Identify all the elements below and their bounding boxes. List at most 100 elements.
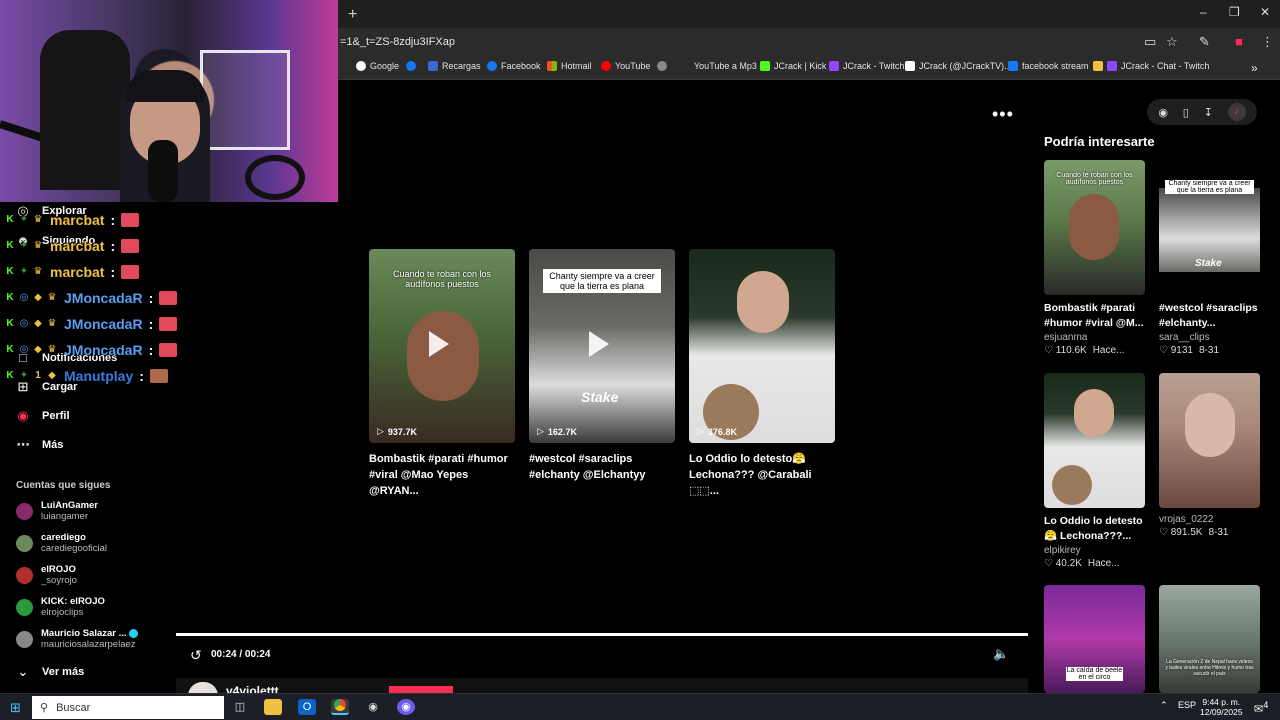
video-thumbnail[interactable]: ▷ 376.8K	[689, 249, 835, 443]
video-author[interactable]: sara__clips	[1159, 332, 1260, 343]
bookmark-hotmail[interactable]: Hotmail	[547, 61, 592, 71]
video-thumbnail[interactable]	[1159, 373, 1260, 508]
chat-badge-icon: ♛	[33, 266, 43, 277]
sidebar-item-profile[interactable]: ◉ Perfil	[16, 408, 69, 424]
video-card[interactable]: ▷ 376.8K Lo Oddio lo detesto😤 Lechona??? @…	[689, 249, 835, 499]
see-more-button[interactable]: ⌄ Ver más	[16, 664, 85, 680]
taskbar-search[interactable]: ⚲ Buscar	[32, 696, 224, 719]
chat-username[interactable]: Manutplay	[64, 368, 133, 384]
mp3-icon	[680, 61, 690, 71]
download-icon[interactable]: ↧	[1204, 106, 1213, 119]
obs-icon[interactable]: ◉	[364, 699, 382, 715]
tiktok-logo-icon[interactable]: ♪	[1227, 103, 1246, 121]
close-icon[interactable]: ✕	[1260, 5, 1270, 19]
volume-icon[interactable]: 🔈	[993, 646, 1009, 662]
chat-username[interactable]: JMoncadaR	[64, 290, 143, 306]
notifications-icon[interactable]: ✉4	[1254, 700, 1268, 716]
heart-icon: ♡	[1159, 345, 1168, 356]
chat-badge-icon: ◆	[34, 344, 42, 355]
chat-emote-icon	[159, 343, 178, 357]
followed-account[interactable]: elROJO _soyrojo	[16, 564, 77, 586]
video-title[interactable]: Lo Oddio lo detesto😤 Lechona??? @Carabali…	[689, 451, 835, 499]
bookmark-jcrack-twitch[interactable]: JCrack - Twitch	[829, 61, 904, 71]
chat-username[interactable]: marcbat	[50, 238, 104, 254]
taskbar-clock[interactable]: 9:44 p. m. 12/09/2025	[1200, 697, 1243, 717]
video-title[interactable]: #westcol #saraclips #elchanty...	[1159, 301, 1260, 331]
video-thumbnail[interactable]: Cuando te roban con los audífonos puesto…	[1044, 160, 1145, 295]
video-thumbnail[interactable]	[1044, 373, 1145, 508]
recommended-video[interactable]: Cuando te roban con los audífonos puesto…	[1044, 160, 1145, 356]
recommended-video[interactable]: vrojas_0222 ♡ 891.5K 8-31	[1159, 373, 1260, 538]
chat-username[interactable]: JMoncadaR	[64, 342, 143, 358]
facebook-icon	[406, 61, 416, 71]
chrome-icon[interactable]	[331, 699, 349, 715]
followed-account[interactable]: Mauricio Salazar ... mauriciosalazarpelae…	[16, 628, 138, 650]
url-text[interactable]: =1&_t=ZS-8zdju3IFXap	[340, 36, 455, 48]
chat-username[interactable]: marcbat	[50, 264, 104, 280]
bookmark-jcrack-kick[interactable]: JCrack | Kick	[760, 61, 826, 71]
chat-username[interactable]: JMoncadaR	[64, 316, 143, 332]
bookmark-jcrack-chat[interactable]: JCrack - Chat - Twitch	[1093, 61, 1209, 71]
video-author[interactable]: vrojas_0222	[1159, 514, 1260, 525]
video-card[interactable]: Chanty siempre va a creer que la tierra …	[529, 249, 675, 483]
star-icon[interactable]: ☆	[1166, 34, 1178, 50]
bookmark-google[interactable]: Google	[356, 61, 399, 71]
video-title[interactable]: Lo Oddio lo detesto 😤 Lechona???...	[1044, 514, 1145, 544]
play-icon[interactable]	[429, 331, 449, 357]
tray-chevron-icon[interactable]: ⌃	[1160, 700, 1168, 711]
video-thumbnail[interactable]: Chanty siempre va a creer que la tierra …	[1159, 160, 1260, 295]
recommended-video[interactable]: La Generación Z de Nepal hace videos y b…	[1159, 585, 1260, 693]
bookmark-youtube[interactable]: YouTube	[601, 61, 650, 71]
followed-account[interactable]: LuiAnGamer luiangamer	[16, 500, 98, 522]
tag-icon[interactable]: ◉	[1158, 106, 1168, 119]
play-icon[interactable]	[589, 331, 609, 357]
replay-icon[interactable]: ↺	[190, 647, 202, 664]
windows-start-icon[interactable]: ⊞	[10, 700, 21, 716]
task-view-icon[interactable]: ◫	[231, 699, 249, 715]
video-thumbnail[interactable]: La caída de beele en el circo	[1044, 585, 1145, 693]
bookmark-youtube-mp3[interactable]: YouTube a Mp3	[680, 61, 757, 71]
recommended-video[interactable]: Chanty siempre va a creer que la tierra …	[1159, 160, 1260, 356]
file-explorer-icon[interactable]	[264, 699, 282, 715]
follow-button[interactable]	[389, 686, 453, 693]
bookmarks-overflow-icon[interactable]: »	[1251, 61, 1258, 75]
bookmark-facebook-stream[interactable]: facebook stream	[1008, 61, 1089, 71]
outlook-icon[interactable]: O	[298, 699, 316, 715]
video-title[interactable]: #westcol #saraclips #elchanty @Elchantyy	[529, 451, 675, 483]
sidebar-item-more[interactable]: ⋯ Más	[16, 437, 64, 453]
bookmark-recargas[interactable]: Recargas	[428, 61, 481, 71]
new-tab-button[interactable]: +	[348, 6, 357, 24]
install-icon[interactable]: ▭	[1144, 34, 1156, 50]
menu-kebab-icon[interactable]: ⋮	[1261, 34, 1274, 50]
bookmark-facebook-icon-only[interactable]	[406, 61, 416, 71]
followed-account[interactable]: carediego carediegooficial	[16, 532, 107, 554]
extensions-icon[interactable]: ✎	[1199, 34, 1210, 50]
bookmark-jcrack-x[interactable]: JCrack (@JCrackTV)...	[905, 61, 1012, 71]
followed-account[interactable]: KICK: elROJO elrojoclips	[16, 596, 105, 618]
phone-icon[interactable]: ▯	[1183, 106, 1189, 119]
recommended-video[interactable]: La caída de beele en el circo	[1044, 585, 1145, 693]
video-card[interactable]: Cuando te roban con los audífonos puesto…	[369, 249, 515, 499]
address-bar[interactable]: =1&_t=ZS-8zdju3IFXap ▭ ☆ ✎ ■ ⋮	[338, 28, 1280, 56]
chat-username[interactable]: marcbat	[50, 212, 104, 228]
video-thumbnail[interactable]: La Generación Z de Nepal hace videos y b…	[1159, 585, 1260, 693]
recommended-video[interactable]: Lo Oddio lo detesto 😤 Lechona???... elpik…	[1044, 373, 1145, 569]
restore-icon[interactable]: ❐	[1229, 5, 1240, 19]
app-icon[interactable]: ◉	[397, 699, 415, 715]
profile-avatar-icon[interactable]: ■	[1235, 34, 1243, 49]
video-thumbnail[interactable]: Cuando te roban con los audífonos puesto…	[369, 249, 515, 443]
video-title[interactable]: Bombastik #parati #humor #viral @Mao Yepe…	[369, 451, 515, 499]
bookmark-facebook[interactable]: Facebook	[487, 61, 541, 71]
chat-message: K ✦ ♛ marcbat:	[4, 212, 140, 228]
video-title[interactable]: Bombastik #parati #humor #viral @M...	[1044, 301, 1145, 331]
video-author[interactable]: esjuanma	[1044, 332, 1145, 343]
heart-icon: ♡	[1044, 345, 1053, 356]
video-progress-bar[interactable]	[176, 633, 1028, 636]
language-indicator[interactable]: ESP	[1178, 700, 1196, 710]
video-thumbnail[interactable]: Chanty siempre va a creer que la tierra …	[529, 249, 675, 443]
bookmark-globe[interactable]	[657, 61, 667, 71]
webcam-overlay	[0, 0, 338, 202]
video-author[interactable]: elpikirey	[1044, 545, 1145, 556]
minimize-icon[interactable]: –	[1200, 5, 1207, 19]
more-options-icon[interactable]: •••	[992, 104, 1014, 125]
